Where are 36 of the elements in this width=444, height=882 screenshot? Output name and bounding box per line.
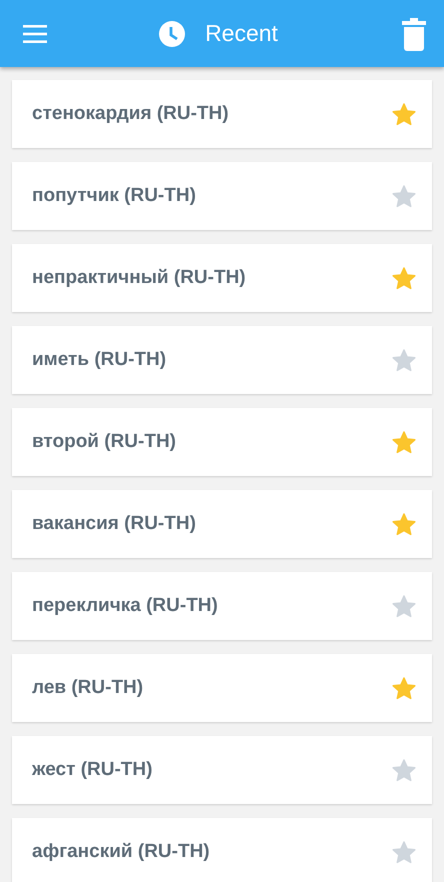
star-icon[interactable] (392, 266, 416, 290)
delete-button[interactable] (402, 16, 426, 50)
word-label: стенокардия (RU-TH) (32, 103, 230, 125)
history-item[interactable]: иметь (RU-TH) (12, 326, 432, 394)
history-item[interactable]: афганский (RU-TH) (12, 818, 432, 882)
history-item[interactable]: попутчик (RU-TH) (12, 162, 432, 230)
star-icon[interactable] (392, 184, 416, 208)
star-icon[interactable] (392, 594, 416, 618)
app-title: Recent (205, 20, 278, 47)
history-item[interactable]: перекличка (RU-TH) (12, 572, 432, 640)
trash-icon (402, 16, 426, 50)
word-label: попутчик (RU-TH) (32, 185, 197, 207)
history-item[interactable]: вакансия (RU-TH) (12, 490, 432, 558)
history-item[interactable]: стенокардия (RU-TH) (12, 80, 432, 148)
clock-icon (159, 20, 186, 46)
history-item[interactable]: непрактичный (RU-TH) (12, 244, 432, 312)
word-label: непрактичный (RU-TH) (32, 267, 247, 289)
star-icon[interactable] (392, 840, 416, 864)
star-icon[interactable] (392, 102, 416, 126)
star-icon[interactable] (392, 512, 416, 536)
word-label: лев (RU-TH) (32, 677, 144, 699)
star-icon[interactable] (392, 758, 416, 782)
word-label: жест (RU-TH) (32, 759, 154, 781)
star-icon[interactable] (392, 348, 416, 372)
star-icon[interactable] (392, 676, 416, 700)
history-item[interactable]: лев (RU-TH) (12, 654, 432, 722)
word-label: перекличка (RU-TH) (32, 595, 219, 617)
word-label: иметь (RU-TH) (32, 349, 168, 371)
word-label: афганский (RU-TH) (32, 841, 211, 863)
history-item[interactable]: второй (RU-TH) (12, 408, 432, 476)
history-item[interactable]: жест (RU-TH) (12, 736, 432, 804)
word-label: второй (RU-TH) (32, 431, 178, 453)
word-label: вакансия (RU-TH) (32, 513, 197, 535)
star-icon[interactable] (392, 430, 416, 454)
menu-button[interactable] (23, 24, 47, 42)
menu-icon (23, 24, 47, 42)
